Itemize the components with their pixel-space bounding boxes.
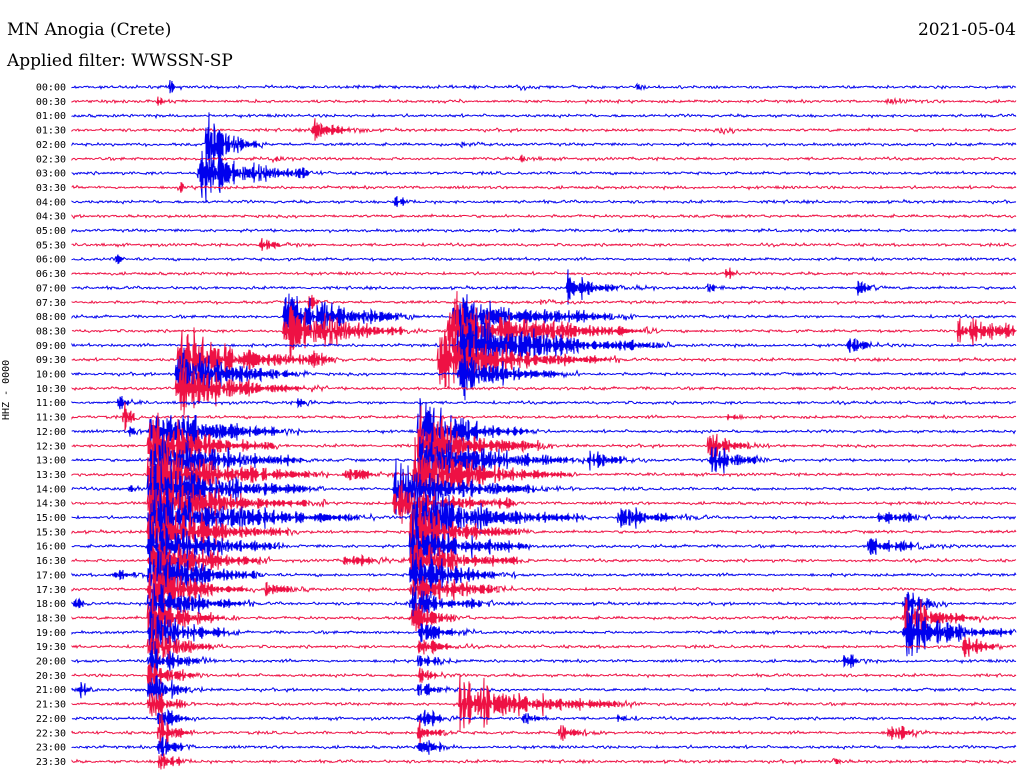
- hour-tick-label: 10:30: [36, 384, 66, 395]
- hour-tick-label: 22:30: [36, 728, 66, 739]
- hour-tick-label: 11:00: [36, 398, 66, 409]
- hour-tick-label: 12:00: [36, 427, 66, 438]
- hour-tick-label: 15:30: [36, 527, 66, 538]
- seismic-trace: [71, 708, 1017, 728]
- hour-tick-label: 02:30: [36, 154, 66, 165]
- hour-tick-label: 12:30: [36, 441, 66, 452]
- hour-tick-label: 18:00: [36, 599, 66, 610]
- hour-tick-label: 08:00: [36, 312, 66, 323]
- hour-tick-label: 03:00: [36, 169, 66, 180]
- seismic-trace: [71, 674, 1017, 731]
- seismic-trace: [71, 112, 1017, 120]
- seismic-trace: [71, 548, 1017, 600]
- hour-tick-label: 13:00: [36, 456, 66, 467]
- hour-tick-label: 06:00: [36, 255, 66, 266]
- hour-tick-label: 01:30: [36, 126, 66, 137]
- seismic-trace: [71, 617, 1017, 673]
- hour-tick-label: 20:30: [36, 671, 66, 682]
- hour-tick-label: 16:30: [36, 556, 66, 567]
- hour-tick-label: 03:30: [36, 183, 66, 194]
- seismic-trace: [71, 213, 1017, 220]
- hour-tick-label: 23:30: [36, 757, 66, 768]
- hour-tick-label: 14:30: [36, 499, 66, 510]
- hour-tick-label: 05:00: [36, 226, 66, 237]
- hour-tick-label: 04:30: [36, 212, 66, 223]
- seismic-trace: [71, 267, 1016, 280]
- seismic-trace: [71, 564, 1017, 614]
- seismic-trace: [71, 254, 1017, 265]
- hour-tick-label: 20:00: [36, 657, 66, 668]
- hour-tick-label: 21:30: [36, 700, 66, 711]
- hour-tick-label: 04:00: [36, 197, 66, 208]
- hour-tick-label: 07:30: [36, 298, 66, 309]
- hour-tick-label: 18:30: [36, 613, 66, 624]
- seismic-trace: [71, 605, 1017, 662]
- hour-tick-label: 14:00: [36, 484, 66, 495]
- hour-tick-label: 21:00: [36, 685, 66, 696]
- seismic-trace: [71, 402, 1017, 431]
- seismic-trace: [71, 227, 1017, 234]
- hour-tick-label: 07:00: [36, 283, 66, 294]
- hour-tick-label: 19:30: [36, 642, 66, 653]
- hour-tick-label: 00:30: [36, 97, 66, 108]
- hour-tick-label: 11:30: [36, 413, 66, 424]
- seismic-trace: [71, 269, 1017, 305]
- hour-tick-label: 08:30: [36, 326, 66, 337]
- hour-tick-label: 17:00: [36, 570, 66, 581]
- seismic-trace: [71, 237, 1017, 251]
- seismic-trace: [71, 395, 1016, 410]
- seismic-trace: [71, 80, 1017, 94]
- hour-tick-label: 02:00: [36, 140, 66, 151]
- hour-tick-label: 13:30: [36, 470, 66, 481]
- seismic-trace: [71, 753, 1017, 770]
- hour-tick-label: 05:30: [36, 240, 66, 251]
- hour-tick-label: 00:00: [36, 83, 66, 94]
- seismogram-plot: 00:00 00:30 01:00 01:30 02:00 02:30 03:00 03:30…: [36, 80, 1017, 770]
- seismic-trace: [71, 112, 1017, 174]
- seismic-trace: [71, 662, 1017, 690]
- hour-tick-label: 10:00: [36, 370, 66, 381]
- seismic-trace: [71, 96, 1017, 106]
- hour-tick-label: 01:00: [36, 111, 66, 122]
- hour-tick-label: 17:30: [36, 585, 66, 596]
- hour-tick-label: 22:00: [36, 714, 66, 725]
- hour-tick-label: 09:00: [36, 341, 66, 352]
- seismic-trace: [71, 736, 1017, 757]
- hour-tick-label: 19:00: [36, 628, 66, 639]
- hour-tick-label: 16:00: [36, 542, 66, 553]
- seismic-trace: [71, 294, 1017, 310]
- seismic-trace: [71, 196, 1017, 208]
- hour-tick-label: 15:00: [36, 513, 66, 524]
- hour-tick-label: 09:30: [36, 355, 66, 366]
- hour-tick-label: 23:00: [36, 743, 66, 754]
- hour-tick-label: 06:30: [36, 269, 66, 280]
